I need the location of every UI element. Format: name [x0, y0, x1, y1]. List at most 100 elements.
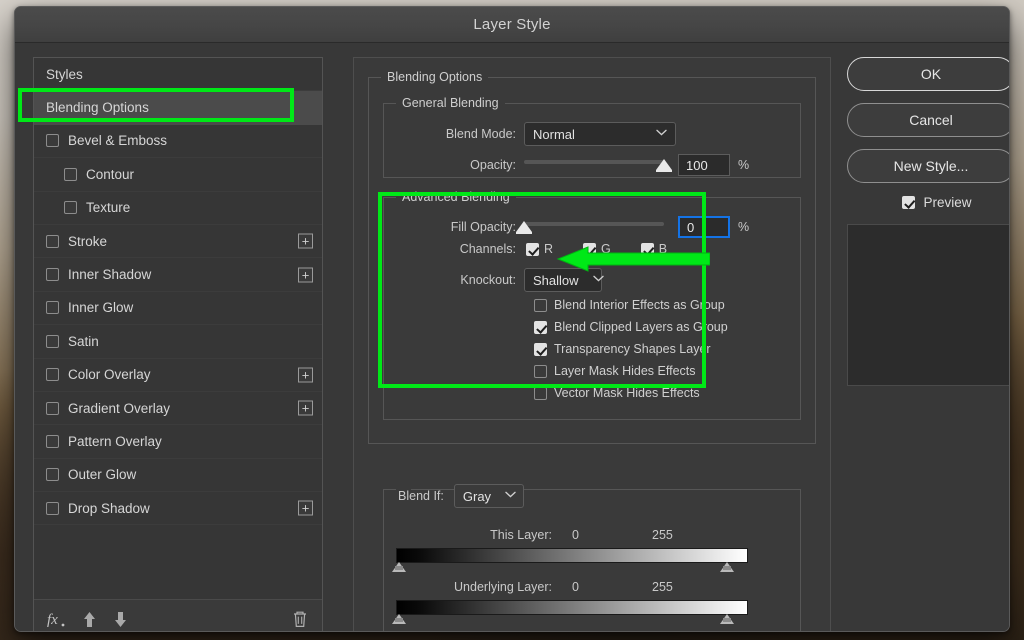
- channels-checkbox-group: RGB: [526, 242, 667, 256]
- effect-enable-checkbox[interactable]: [46, 401, 59, 415]
- knockout-row: Knockout: Shallow: [384, 268, 800, 292]
- effect-enable-checkbox[interactable]: [64, 201, 77, 215]
- blend-if-channel-dropdown[interactable]: Gray: [453, 484, 524, 508]
- sidebar-item-styles[interactable]: Styles: [34, 58, 322, 92]
- styles-toolbar: fx: [34, 600, 322, 631]
- sidebar-item-outer-glow[interactable]: Outer Glow: [34, 458, 322, 493]
- sidebar-item-pattern-overlay[interactable]: Pattern Overlay: [34, 425, 322, 459]
- option-blend-interior-effects-as-group[interactable]: Blend Interior Effects as Group: [534, 298, 725, 312]
- channel-g[interactable]: G: [583, 242, 611, 256]
- opacity-percent-sign: %: [738, 158, 750, 172]
- ok-button[interactable]: OK: [847, 57, 1009, 91]
- option-checkbox[interactable]: [534, 342, 547, 356]
- sidebar-item-gradient-overlay[interactable]: Gradient Overlay +: [34, 391, 322, 426]
- sidebar-item-label: Gradient Overlay: [68, 400, 171, 416]
- option-layer-mask-hides-effects[interactable]: Layer Mask Hides Effects: [534, 364, 696, 378]
- underlying-layer-white-handle[interactable]: [720, 614, 734, 624]
- channel-r-checkbox[interactable]: [526, 242, 539, 256]
- fill-opacity-input[interactable]: 0: [678, 216, 730, 238]
- plus-icon: +: [298, 400, 313, 416]
- sidebar-item-bevel-emboss[interactable]: Bevel & Emboss: [34, 124, 322, 159]
- option-blend-clipped-layers-as-group[interactable]: Blend Clipped Layers as Group: [534, 320, 728, 334]
- arrow-down-icon[interactable]: [113, 611, 128, 628]
- option-checkbox[interactable]: [534, 386, 547, 400]
- sidebar-item-inner-shadow[interactable]: Inner Shadow +: [34, 258, 322, 292]
- channel-b[interactable]: B: [640, 242, 667, 256]
- add-effect-button[interactable]: +: [298, 233, 313, 249]
- this-layer-white-handle[interactable]: [720, 562, 734, 572]
- option-checkbox[interactable]: [534, 320, 547, 334]
- sidebar-item-satin[interactable]: Satin: [34, 325, 322, 359]
- sidebar-item-color-overlay[interactable]: Color Overlay +: [34, 358, 322, 392]
- blending-options-group-label: Blending Options: [387, 70, 483, 84]
- new-style-button[interactable]: New Style...: [847, 149, 1009, 183]
- styles-list[interactable]: Styles Blending Options Bevel & Emboss Cont…: [34, 58, 322, 600]
- add-effect-button[interactable]: +: [298, 400, 313, 416]
- channels-row: Channels: R G B: [384, 242, 800, 256]
- effect-enable-checkbox[interactable]: [46, 301, 59, 315]
- effect-enable-checkbox[interactable]: [46, 334, 59, 348]
- add-effect-button[interactable]: +: [298, 500, 313, 516]
- preview-row[interactable]: Preview: [847, 195, 1009, 210]
- dialog-body: Styles Blending Options Bevel & Emboss Cont…: [15, 43, 1009, 631]
- option-transparency-shapes-layer[interactable]: Transparency Shapes Layer: [534, 342, 711, 356]
- this-layer-black-handle[interactable]: [392, 562, 406, 572]
- sidebar-item-label: Drop Shadow: [68, 500, 150, 516]
- fill-opacity-slider[interactable]: [516, 218, 664, 236]
- layer-style-dialog: Layer Style Styles Blending Options Bevel …: [14, 6, 1010, 632]
- option-vector-mask-hides-effects[interactable]: Vector Mask Hides Effects: [534, 386, 700, 400]
- sidebar-item-stroke[interactable]: Stroke +: [34, 224, 322, 259]
- underlying-layer-gradient-bar[interactable]: [396, 600, 748, 615]
- preview-checkbox[interactable]: [902, 196, 916, 209]
- opacity-slider-handle[interactable]: [656, 159, 672, 172]
- dialog-titlebar: Layer Style: [15, 7, 1009, 43]
- effect-enable-checkbox[interactable]: [46, 501, 59, 515]
- fill-opacity-slider-track: [524, 222, 664, 226]
- chevron-down-icon: [491, 491, 516, 501]
- fill-opacity-slider-handle[interactable]: [516, 221, 532, 234]
- knockout-label: Knockout:: [460, 273, 516, 287]
- sidebar-item-label: Texture: [86, 200, 131, 216]
- this-layer-gradient-bar[interactable]: [396, 548, 748, 563]
- blend-mode-row: Blend Mode: Normal: [384, 122, 800, 146]
- underlying-layer-black-handle[interactable]: [392, 614, 406, 624]
- sidebar-item-blending-options[interactable]: Blending Options: [34, 91, 322, 125]
- plus-icon: +: [298, 367, 313, 383]
- sidebar-item-label: Satin: [68, 333, 99, 349]
- effect-enable-checkbox[interactable]: [46, 468, 59, 482]
- sidebar-item-label: Inner Glow: [68, 300, 134, 316]
- effect-enable-checkbox[interactable]: [46, 268, 59, 282]
- blend-mode-dropdown[interactable]: Normal: [524, 122, 676, 146]
- arrow-up-icon[interactable]: [82, 611, 97, 628]
- effect-enable-checkbox[interactable]: [46, 368, 59, 382]
- option-checkbox[interactable]: [534, 364, 547, 378]
- channel-r[interactable]: R: [526, 242, 553, 256]
- opacity-slider[interactable]: [524, 156, 672, 174]
- sidebar-item-label: Color Overlay: [68, 367, 151, 383]
- sidebar-item-texture[interactable]: Texture: [34, 191, 322, 225]
- effect-enable-checkbox[interactable]: [46, 134, 59, 148]
- channel-b-checkbox[interactable]: [640, 242, 654, 256]
- option-checkbox[interactable]: [534, 298, 547, 312]
- styles-sidebar: Styles Blending Options Bevel & Emboss Cont…: [33, 57, 323, 631]
- opacity-input[interactable]: 100: [678, 154, 730, 176]
- effect-enable-checkbox[interactable]: [46, 234, 59, 248]
- sidebar-item-inner-glow[interactable]: Inner Glow: [34, 291, 322, 326]
- sidebar-item-drop-shadow[interactable]: Drop Shadow +: [34, 492, 322, 526]
- knockout-dropdown[interactable]: Shallow: [524, 268, 604, 292]
- effect-enable-checkbox[interactable]: [46, 434, 59, 448]
- trash-icon[interactable]: [292, 610, 308, 628]
- effect-enable-checkbox[interactable]: [64, 167, 77, 181]
- option-label: Blend Interior Effects as Group: [554, 298, 725, 312]
- dialog-actions: OK Cancel New Style... Preview: [847, 57, 1009, 631]
- this-layer-label: This Layer:: [490, 528, 552, 542]
- channel-g-checkbox[interactable]: [583, 242, 597, 256]
- blending-options-panel: Blending Options General Blending Blend …: [353, 57, 831, 631]
- blending-options-group: Blending Options General Blending Blend …: [368, 70, 816, 631]
- add-effect-button[interactable]: +: [298, 367, 313, 383]
- fx-icon[interactable]: fx: [46, 609, 66, 629]
- chevron-down-icon: [579, 275, 604, 285]
- add-effect-button[interactable]: +: [298, 267, 313, 283]
- cancel-button[interactable]: Cancel: [847, 103, 1009, 137]
- sidebar-item-contour[interactable]: Contour: [34, 158, 322, 192]
